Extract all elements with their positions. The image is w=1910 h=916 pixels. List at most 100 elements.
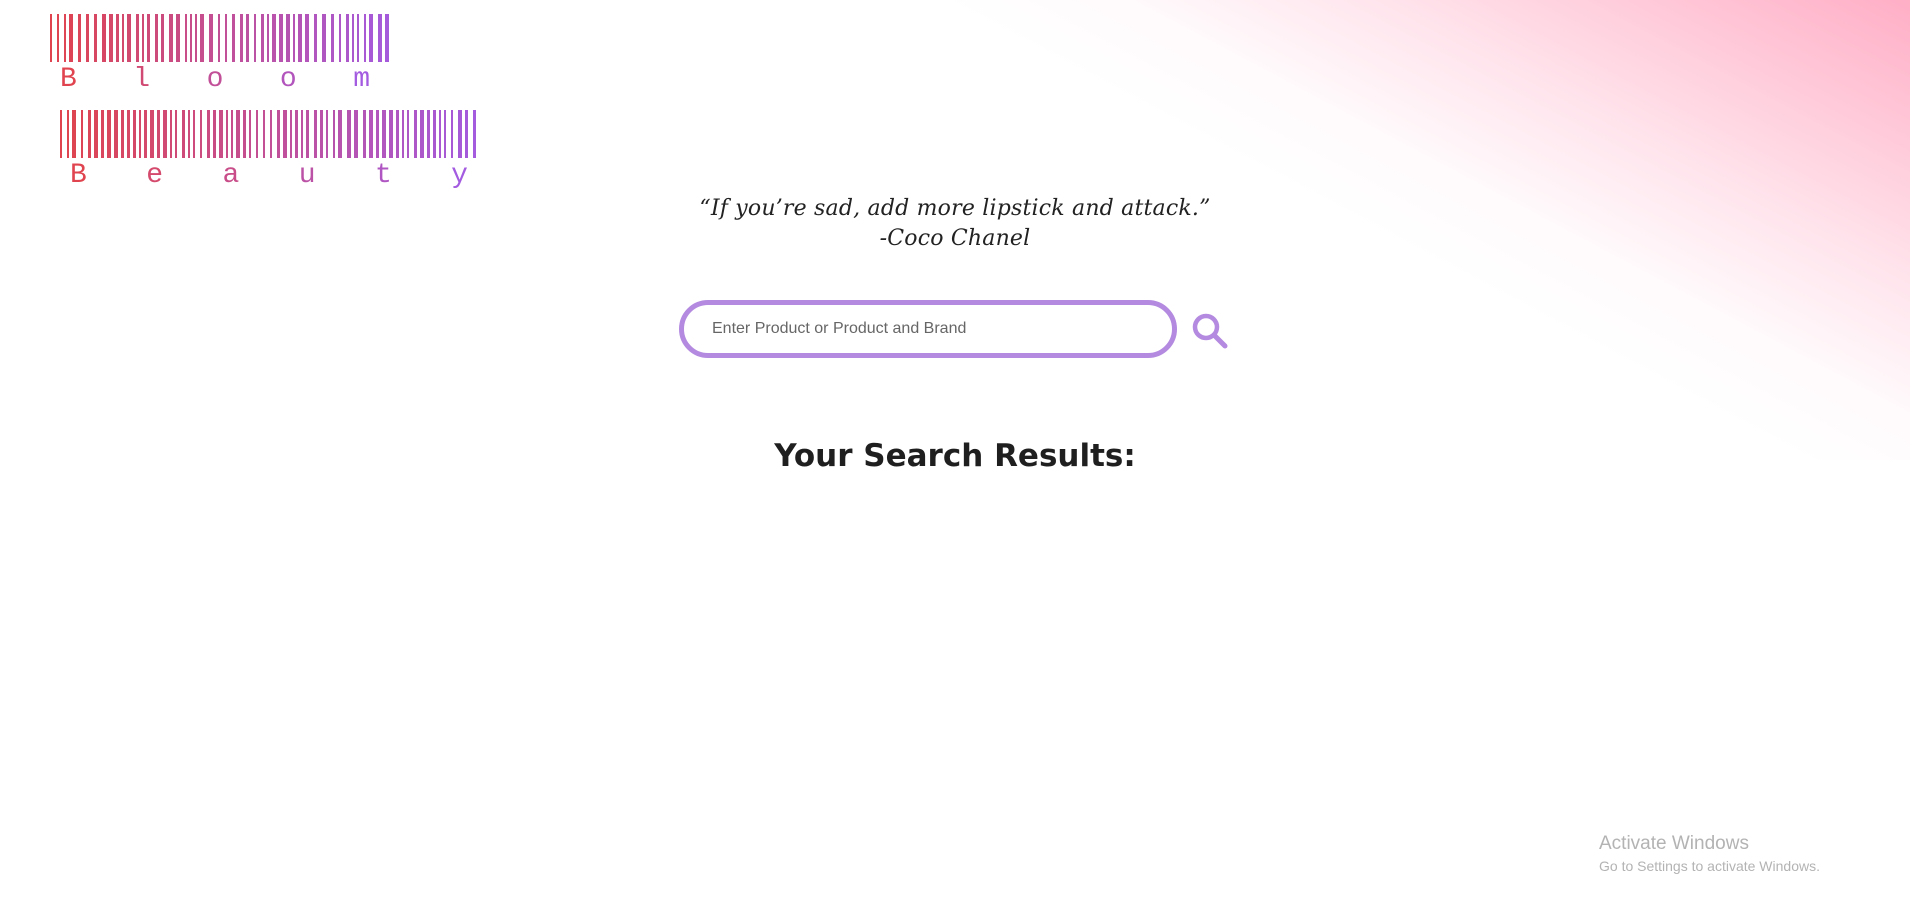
- barcode-bar: [290, 110, 292, 158]
- barcode-bar: [306, 110, 309, 158]
- barcode-bar: [101, 110, 104, 158]
- search-bar: [679, 300, 1179, 360]
- barcode-bar: [357, 14, 359, 62]
- barcode-bar: [190, 14, 192, 62]
- barcode-bar: [389, 110, 393, 158]
- barcode-bar: [195, 14, 197, 62]
- barcode-bar: [78, 14, 81, 62]
- barcode-bar: [279, 14, 283, 62]
- barcode-graphic-2: [60, 110, 476, 158]
- barcode-bar: [188, 110, 190, 158]
- barcode-bar: [122, 14, 124, 62]
- barcode-bar: [293, 14, 295, 62]
- barcode-bar: [331, 14, 334, 62]
- barcode-bar: [286, 14, 290, 62]
- barcode-bar: [133, 110, 136, 158]
- barcode-bar: [169, 14, 173, 62]
- barcode-bar: [102, 14, 106, 62]
- page: Bl o o m Be a u t y “If you’re sad, add more li…: [0, 0, 1910, 916]
- barcode-bar: [433, 110, 436, 158]
- barcode-bar: [339, 14, 341, 62]
- barcode-bar: [298, 14, 302, 62]
- logo-letter: a: [222, 160, 240, 191]
- logo-letter: B: [60, 64, 77, 95]
- barcode-graphic-1: [50, 14, 389, 62]
- logo-letter: o: [206, 64, 224, 95]
- barcode-bar: [369, 14, 373, 62]
- search-input[interactable]: [679, 300, 1177, 358]
- barcode-bar: [193, 110, 195, 158]
- barcode-bar: [301, 110, 303, 158]
- bloom-beauty-logo[interactable]: Bl o o m Be a u t y: [48, 14, 488, 194]
- barcode-bar: [170, 110, 172, 158]
- barcode-bar: [272, 14, 276, 62]
- barcode-bar: [219, 110, 223, 158]
- barcode-bar: [86, 14, 89, 62]
- barcode-bar: [185, 14, 187, 62]
- barcode-bar: [64, 14, 66, 62]
- barcode-bar: [88, 110, 91, 158]
- barcode-bar: [427, 110, 430, 158]
- barcode-bar: [136, 14, 139, 62]
- barcode-bar: [231, 110, 233, 158]
- logo-letter: m: [353, 64, 370, 95]
- barcode-bar: [305, 14, 309, 62]
- barcode-bar: [261, 14, 264, 62]
- barcode-bar: [207, 110, 210, 158]
- barcode-bar: [451, 110, 453, 158]
- barcode-bar: [249, 110, 251, 158]
- barcode-bar: [364, 14, 366, 62]
- barcode-bar: [420, 110, 424, 158]
- barcode-bar: [109, 14, 113, 62]
- barcode-bar: [254, 14, 256, 62]
- barcode-bar: [147, 14, 150, 62]
- barcode-bar: [354, 110, 358, 158]
- search-button[interactable]: [1190, 311, 1230, 351]
- barcode-bar: [270, 110, 272, 158]
- barcode-bar: [121, 110, 124, 158]
- barcode-bar: [314, 14, 317, 62]
- search-results-title: Your Search Results:: [774, 438, 1136, 474]
- barcode-bar: [277, 110, 280, 158]
- barcode-bar: [236, 110, 240, 158]
- barcode-bar: [161, 14, 164, 62]
- barcode-bar: [267, 14, 269, 62]
- barcode-bar: [352, 14, 354, 62]
- barcode-bar: [232, 14, 235, 62]
- barcode-bar: [163, 110, 167, 158]
- logo-letter: e: [146, 160, 164, 191]
- barcode-bar: [376, 110, 379, 158]
- barcode-bar: [150, 110, 154, 158]
- barcode-bar: [144, 110, 147, 158]
- quote-text: “If you’re sad, add more lipstick and at…: [699, 196, 1211, 221]
- barcode-bar: [60, 110, 62, 158]
- barcode-bar: [396, 110, 399, 158]
- logo-letter: B: [70, 160, 87, 191]
- barcode-bar: [94, 14, 97, 62]
- barcode-bar: [94, 110, 98, 158]
- logo-letter: u: [298, 160, 316, 191]
- barcode-bar: [114, 110, 118, 158]
- barcode-bar: [72, 110, 76, 158]
- barcode-bar: [407, 110, 409, 158]
- barcode-bar: [127, 14, 131, 62]
- barcode-bar: [225, 14, 227, 62]
- barcode-bar: [175, 110, 177, 158]
- barcode-bar: [385, 14, 389, 62]
- barcode-bar: [69, 14, 73, 62]
- barcode-bar: [57, 14, 59, 62]
- windows-activation-watermark: Activate Windows Go to Settings to activ…: [1599, 832, 1820, 876]
- barcode-bar: [458, 110, 462, 158]
- barcode-bar: [81, 110, 83, 158]
- logo-letter: o: [279, 64, 297, 95]
- barcode-bar: [347, 110, 351, 158]
- search-icon: [1192, 313, 1228, 349]
- barcode-bar: [107, 110, 111, 158]
- barcode-bar: [283, 110, 287, 158]
- barcode-bar: [326, 110, 328, 158]
- barcode-bar: [322, 14, 326, 62]
- barcode-bar: [67, 110, 69, 158]
- barcode-bar: [263, 110, 265, 158]
- watermark-title: Activate Windows: [1599, 833, 1749, 854]
- barcode-bar: [338, 110, 342, 158]
